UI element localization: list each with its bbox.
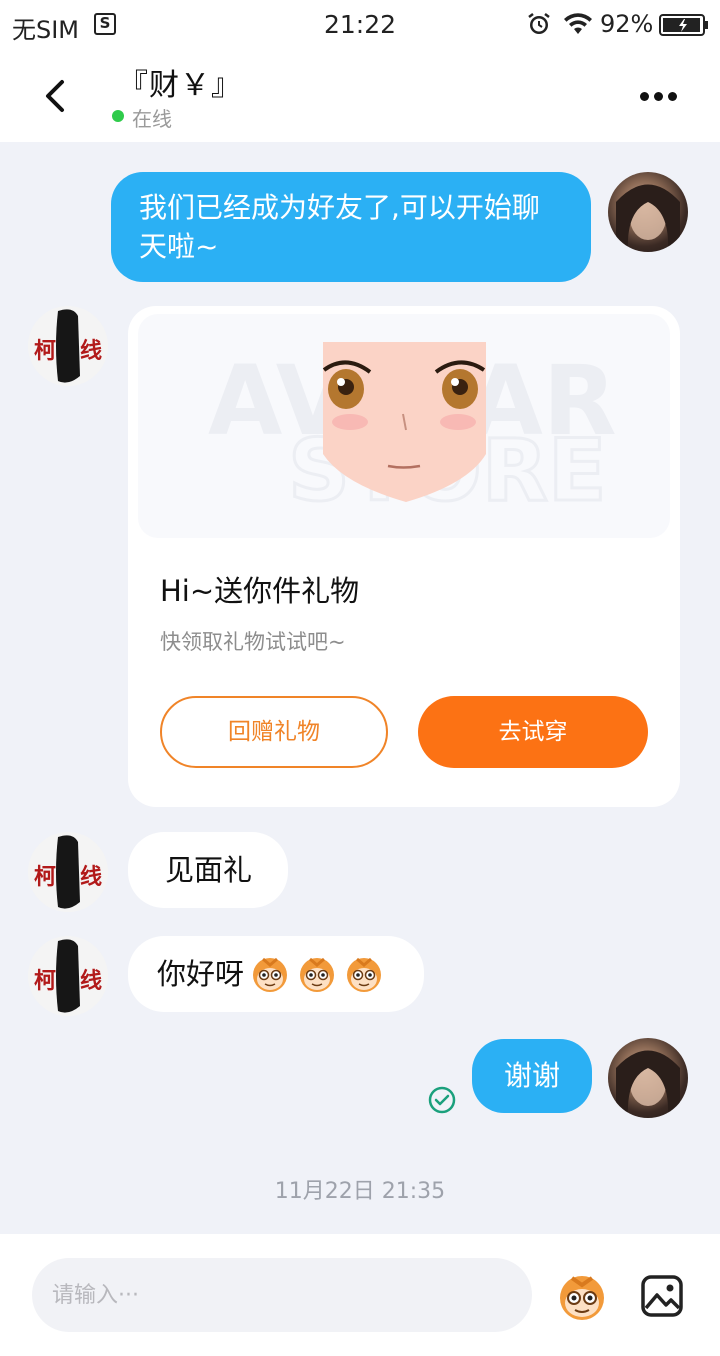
monkey-emoji-icon xyxy=(253,957,288,992)
gift-card: AVATAR STORE Hi~送你件礼物 快领取礼物试试吧~ 回赠礼物 去试穿 xyxy=(128,306,680,807)
dot-icon xyxy=(654,92,663,101)
battery-percent: 92% xyxy=(600,10,654,38)
svg-text:线: 线 xyxy=(80,338,102,364)
gift-title: Hi~送你件礼物 xyxy=(160,574,360,608)
emoji-button[interactable] xyxy=(554,1270,610,1322)
monkey-emoji-icon xyxy=(560,1276,604,1320)
gift-image[interactable]: AVATAR STORE xyxy=(138,314,670,538)
image-icon xyxy=(641,1275,683,1317)
try-on-button[interactable]: 去试穿 xyxy=(418,696,648,768)
monkey-emoji-icon xyxy=(347,957,382,992)
svg-text:线: 线 xyxy=(80,968,102,994)
return-gift-button[interactable]: 回赠礼物 xyxy=(160,696,388,768)
svg-text:柯: 柯 xyxy=(34,968,56,994)
message-text: 你好呀 xyxy=(157,957,245,991)
message-input[interactable] xyxy=(32,1258,532,1332)
self-avatar[interactable] xyxy=(608,172,688,252)
input-bar xyxy=(0,1234,720,1356)
outgoing-message-bubble[interactable]: 我们已经成为好友了,可以开始聊天啦~ xyxy=(111,172,591,282)
incoming-message-bubble[interactable]: 你好呀 xyxy=(128,936,424,1012)
message-timestamp: 11月22日 21:35 xyxy=(274,1179,446,1204)
wifi-icon xyxy=(563,12,593,42)
read-check-icon xyxy=(428,1086,456,1114)
dot-icon xyxy=(640,92,649,101)
more-options-button[interactable] xyxy=(640,86,690,110)
gift-subtitle: 快领取礼物试试吧~ xyxy=(160,630,346,654)
dot-icon xyxy=(668,92,677,101)
monkey-emoji-icon xyxy=(300,957,335,992)
self-avatar[interactable] xyxy=(608,1038,688,1118)
contact-avatar[interactable]: 柯线 xyxy=(28,306,108,386)
svg-text:线: 线 xyxy=(80,864,102,890)
image-picker-button[interactable] xyxy=(640,1274,684,1318)
status-bar: 无SIM S 21:22 92% xyxy=(0,0,720,50)
svg-text:柯: 柯 xyxy=(34,864,56,890)
battery-icon xyxy=(659,14,709,42)
contact-name[interactable]: 『财￥』 xyxy=(118,60,242,104)
alarm-icon xyxy=(527,12,551,42)
outgoing-message-bubble[interactable]: 谢谢 xyxy=(472,1039,592,1113)
svg-text:柯: 柯 xyxy=(34,338,56,364)
contact-avatar[interactable]: 柯线 xyxy=(28,936,108,1016)
incoming-message-bubble[interactable]: 见面礼 xyxy=(128,832,288,908)
back-button[interactable] xyxy=(36,74,76,118)
chevron-left-icon xyxy=(46,80,64,112)
online-status-dot xyxy=(112,110,124,122)
online-status-text: 在线 xyxy=(132,107,172,131)
chat-header: 『财￥』 在线 xyxy=(0,50,720,142)
contact-avatar[interactable]: 柯线 xyxy=(28,832,108,912)
